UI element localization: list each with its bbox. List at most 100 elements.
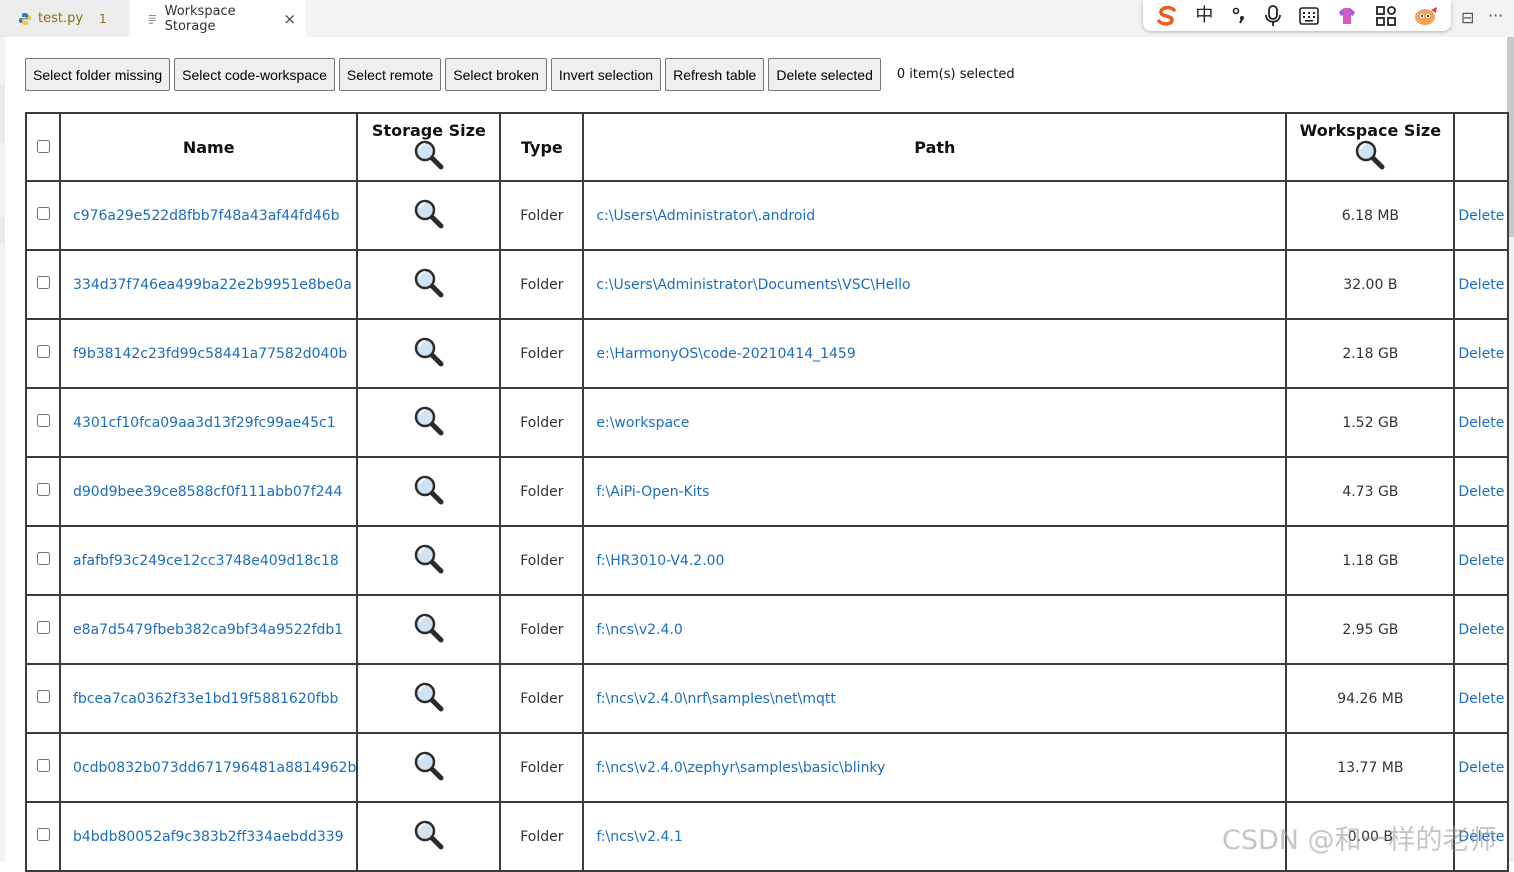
row-checkbox[interactable] bbox=[36, 759, 50, 772]
workspace-path-link[interactable]: f:\ncs\v2.4.0 bbox=[596, 622, 682, 638]
sogou-logo-icon[interactable] bbox=[1155, 5, 1179, 27]
close-icon[interactable]: × bbox=[283, 10, 296, 28]
select-folder-missing-button[interactable]: Select folder missing bbox=[25, 58, 171, 91]
magnifier-icon[interactable] bbox=[414, 406, 444, 440]
actions-cell: Delete bbox=[1453, 180, 1510, 251]
storage-size-cell bbox=[356, 525, 502, 596]
grid-icon[interactable] bbox=[1375, 5, 1397, 27]
select-code-workspace-button[interactable]: Select code-workspace bbox=[174, 58, 335, 91]
magnifier-icon[interactable] bbox=[414, 751, 444, 785]
workspace-path-link[interactable]: c:\Users\Administrator\.android bbox=[596, 208, 815, 224]
workspace-path-link[interactable]: f:\HR3010-V4.2.00 bbox=[596, 553, 724, 569]
workspace-path-link[interactable]: f:\ncs\v2.4.0\zephyr\samples\basic\blink… bbox=[596, 760, 885, 776]
select-all-cell bbox=[25, 112, 61, 182]
magnifier-icon[interactable] bbox=[414, 820, 444, 854]
magnifier-icon[interactable] bbox=[1355, 140, 1385, 174]
workspace-path-link[interactable]: c:\Users\Administrator\Documents\VSC\Hel… bbox=[596, 277, 910, 293]
workspace-size-cell: 32.00 B bbox=[1285, 249, 1456, 320]
workspace-path-link[interactable]: e:\workspace bbox=[596, 415, 689, 431]
actions-cell: Delete bbox=[1453, 456, 1510, 527]
row-select-cell bbox=[25, 456, 61, 527]
path-cell: e:\HarmonyOS\code-20210414_1459 bbox=[582, 318, 1288, 389]
magnifier-icon[interactable] bbox=[414, 337, 444, 371]
type-cell: Folder bbox=[499, 801, 585, 872]
split-editor-icon[interactable]: ⊟ bbox=[1461, 8, 1474, 27]
workspace-name-link[interactable]: d90d9bee39ce8588cf0f111abb07f244 bbox=[73, 484, 342, 500]
workspace-path-link[interactable]: f:\ncs\v2.4.1 bbox=[596, 829, 682, 845]
select-broken-button[interactable]: Select broken bbox=[445, 58, 547, 91]
row-checkbox[interactable] bbox=[36, 828, 50, 841]
microphone-icon[interactable] bbox=[1264, 4, 1282, 27]
punctuation-icon[interactable] bbox=[1230, 6, 1248, 26]
row-checkbox[interactable] bbox=[36, 690, 50, 703]
workspace-path-link[interactable]: f:\ncs\v2.4.0\nrf\samples\net\mqtt bbox=[596, 691, 835, 707]
actions-header bbox=[1453, 112, 1510, 182]
path-header[interactable]: Path bbox=[582, 112, 1288, 182]
storage-size-cell bbox=[356, 456, 502, 527]
delete-link[interactable]: Delete bbox=[1458, 484, 1504, 500]
delete-link[interactable]: Delete bbox=[1458, 622, 1504, 638]
delete-link[interactable]: Delete bbox=[1458, 346, 1504, 362]
workspace-name-link[interactable]: 0cdb0832b073dd671796481a8814962b bbox=[73, 760, 356, 776]
workspace-name-link[interactable]: c976a29e522d8fbb7f48a43af44fd46b bbox=[73, 208, 340, 224]
skin-icon[interactable] bbox=[1336, 6, 1358, 26]
delete-link[interactable]: Delete bbox=[1458, 277, 1504, 293]
workspace-size-cell: 2.95 GB bbox=[1285, 594, 1456, 665]
workspace-name-link[interactable]: b4bdb80052af9c383b2ff334aebdd339 bbox=[73, 829, 344, 845]
delete-link[interactable]: Delete bbox=[1458, 208, 1504, 224]
keyboard-icon[interactable] bbox=[1298, 6, 1320, 26]
magnifier-icon[interactable] bbox=[414, 199, 444, 233]
workspace-name-link[interactable]: e8a7d5479fbeb382ca9bf34a9522fdb1 bbox=[73, 622, 343, 638]
table-header-row: Name Storage Size Type Path Workspace Si… bbox=[25, 112, 1510, 182]
select-all-checkbox[interactable] bbox=[36, 139, 50, 153]
table-row: c976a29e522d8fbb7f48a43af44fd46b Folder c:… bbox=[25, 180, 1510, 251]
row-checkbox[interactable] bbox=[36, 621, 50, 634]
type-cell: Folder bbox=[499, 525, 585, 596]
action-toolbar: Select folder missing Select code-worksp… bbox=[25, 58, 1015, 91]
delete-selected-button[interactable]: Delete selected bbox=[768, 58, 881, 91]
magnifier-icon[interactable] bbox=[414, 544, 444, 578]
type-cell: Folder bbox=[499, 318, 585, 389]
workspace-size-cell: 2.18 GB bbox=[1285, 318, 1456, 389]
delete-link[interactable]: Delete bbox=[1458, 691, 1504, 707]
type-cell: Folder bbox=[499, 249, 585, 320]
magnifier-icon[interactable] bbox=[414, 140, 444, 174]
workspace-path-link[interactable]: e:\HarmonyOS\code-20210414_1459 bbox=[596, 346, 855, 362]
storage-size-cell bbox=[356, 249, 502, 320]
workspace-path-link[interactable]: f:\AiPi-Open-Kits bbox=[596, 484, 709, 500]
row-checkbox[interactable] bbox=[36, 345, 50, 358]
workspace-name-link[interactable]: afafbf93c249ce12cc3748e409d18c18 bbox=[73, 553, 339, 569]
more-actions-icon[interactable]: ··· bbox=[1488, 6, 1503, 25]
row-checkbox[interactable] bbox=[36, 483, 50, 496]
magnifier-icon[interactable] bbox=[414, 268, 444, 302]
row-checkbox[interactable] bbox=[36, 414, 50, 427]
storage-size-header[interactable]: Storage Size bbox=[356, 112, 502, 182]
name-header[interactable]: Name bbox=[58, 112, 359, 182]
storage-size-cell bbox=[356, 318, 502, 389]
chinese-mode-toggle[interactable]: 中 bbox=[1195, 6, 1213, 25]
magnifier-icon[interactable] bbox=[414, 682, 444, 716]
magnifier-icon[interactable] bbox=[414, 613, 444, 647]
select-remote-button[interactable]: Select remote bbox=[338, 58, 442, 91]
delete-link[interactable]: Delete bbox=[1458, 415, 1504, 431]
workspace-name-link[interactable]: 4301cf10fca09aa3d13f29fc99ae45c1 bbox=[73, 415, 336, 431]
workspace-name-link[interactable]: f9b38142c23fd99c58441a77582d040b bbox=[73, 346, 347, 362]
path-cell: f:\ncs\v2.4.0\nrf\samples\net\mqtt bbox=[582, 663, 1288, 734]
row-checkbox[interactable] bbox=[36, 552, 50, 565]
type-header[interactable]: Type bbox=[499, 112, 585, 182]
invert-selection-button[interactable]: Invert selection bbox=[550, 58, 662, 91]
tab-test-py[interactable]: test.py 1 bbox=[0, 0, 128, 37]
tab-workspace-storage[interactable]: Workspace Storage × bbox=[130, 0, 306, 37]
refresh-table-button[interactable]: Refresh table bbox=[665, 58, 765, 91]
name-cell: 4301cf10fca09aa3d13f29fc99ae45c1 bbox=[58, 387, 359, 458]
workspace-name-link[interactable]: fbcea7ca0362f33e1bd19f5881620fbb bbox=[73, 691, 338, 707]
mascot-icon[interactable] bbox=[1413, 5, 1439, 27]
type-cell: Folder bbox=[499, 387, 585, 458]
workspace-name-link[interactable]: 334d37f746ea499ba22e2b9951e8be0a bbox=[73, 277, 352, 293]
delete-link[interactable]: Delete bbox=[1458, 553, 1504, 569]
row-checkbox[interactable] bbox=[36, 276, 50, 289]
delete-link[interactable]: Delete bbox=[1458, 760, 1504, 776]
row-checkbox[interactable] bbox=[36, 207, 50, 220]
magnifier-icon[interactable] bbox=[414, 475, 444, 509]
workspace-size-header[interactable]: Workspace Size bbox=[1285, 112, 1456, 182]
